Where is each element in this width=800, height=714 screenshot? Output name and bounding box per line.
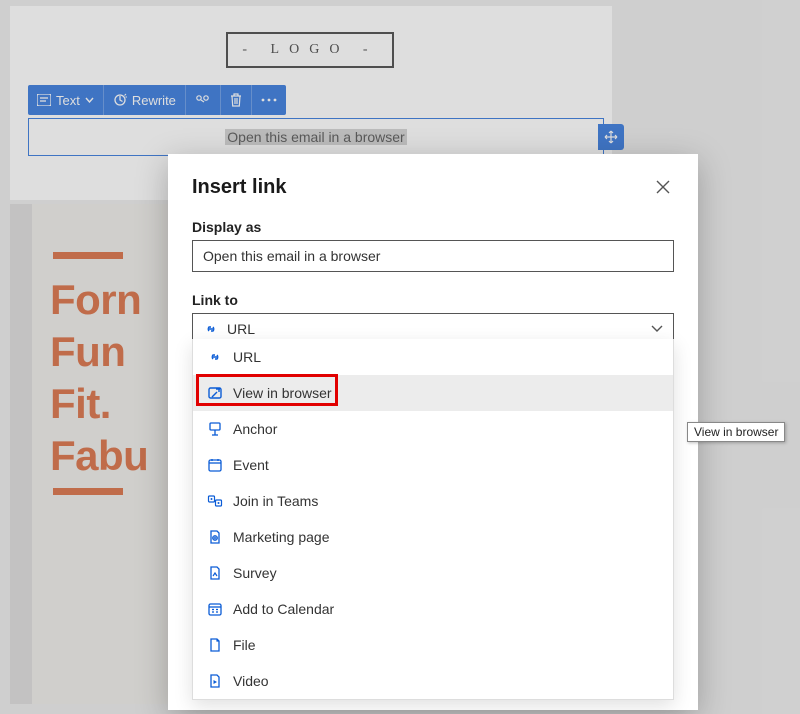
link-to-selected: URL — [227, 321, 255, 337]
globe-page-icon — [207, 529, 223, 545]
link-icon — [203, 321, 219, 337]
link-to-option-join-in-teams[interactable]: Join in Teams — [193, 483, 673, 519]
option-label: File — [233, 637, 256, 653]
link-to-dropdown: URL View in browser Anchor Event Join in Tea… — [192, 339, 674, 700]
chevron-down-icon — [651, 325, 663, 333]
link-to-option-marketing-page[interactable]: Marketing page — [193, 519, 673, 555]
dialog-title: Insert link — [192, 176, 286, 199]
option-label: URL — [233, 349, 261, 365]
option-label: Survey — [233, 565, 277, 581]
tooltip: View in browser — [687, 422, 785, 442]
link-icon — [207, 349, 223, 365]
insert-link-dialog: Insert link Display as Link to URL URL Vi… — [168, 154, 698, 710]
display-as-label: Display as — [192, 219, 674, 235]
option-label: View in browser — [233, 385, 332, 401]
display-as-input[interactable] — [192, 240, 674, 272]
option-label: Add to Calendar — [233, 601, 334, 617]
teams-icon — [207, 493, 223, 509]
calendar-icon — [207, 457, 223, 473]
file-icon — [207, 637, 223, 653]
open-external-icon — [207, 385, 223, 401]
close-button[interactable] — [652, 176, 674, 198]
survey-icon — [207, 565, 223, 581]
link-to-option-anchor[interactable]: Anchor — [193, 411, 673, 447]
option-label: Event — [233, 457, 269, 473]
anchor-flag-icon — [207, 421, 223, 437]
link-to-option-url[interactable]: URL — [193, 339, 673, 375]
link-to-option-survey[interactable]: Survey — [193, 555, 673, 591]
link-to-option-file[interactable]: File — [193, 627, 673, 663]
link-to-option-video[interactable]: Video — [193, 663, 673, 699]
calendar-grid-icon — [207, 601, 223, 617]
close-icon — [652, 176, 674, 198]
link-to-option-add-to-calendar[interactable]: Add to Calendar — [193, 591, 673, 627]
option-label: Marketing page — [233, 529, 330, 545]
video-file-icon — [207, 673, 223, 689]
option-label: Anchor — [233, 421, 277, 437]
option-label: Join in Teams — [233, 493, 318, 509]
option-label: Video — [233, 673, 269, 689]
link-to-option-view-in-browser[interactable]: View in browser — [193, 375, 673, 411]
link-to-label: Link to — [192, 292, 674, 308]
link-to-option-event[interactable]: Event — [193, 447, 673, 483]
